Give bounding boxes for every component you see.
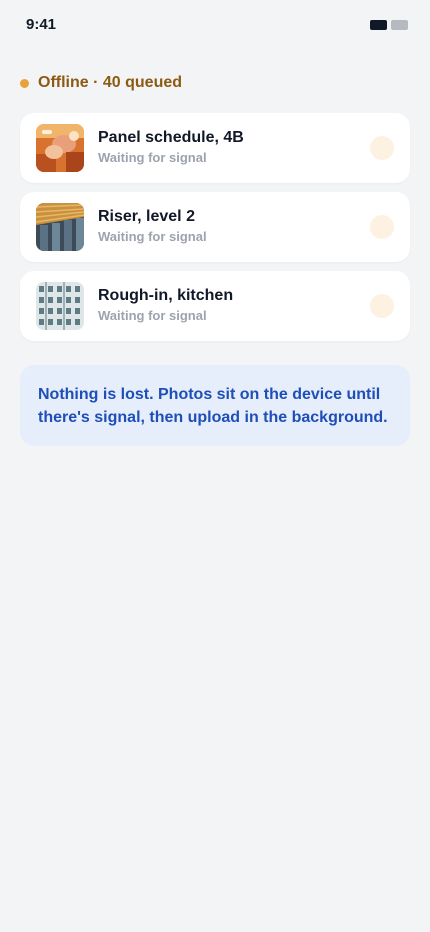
offline-status-text: Offline · 40 queued <box>38 74 183 91</box>
offline-queue-screen: 9:41 Offline · 40 queued Panel schedule,… <box>0 0 430 932</box>
queue-item-title: Riser, level 2 <box>98 208 195 225</box>
offline-dot-icon <box>20 78 29 88</box>
queue-item[interactable]: Panel schedule, 4B Waiting for signal <box>20 113 410 183</box>
queue-item-status: Waiting for signal <box>98 308 207 323</box>
queue-item[interactable]: Riser, level 2 Waiting for signal <box>20 192 410 262</box>
pending-upload-icon <box>370 215 394 239</box>
offline-info-note: Nothing is lost. Photos sit on the devic… <box>20 365 410 446</box>
pending-upload-icon <box>370 136 394 160</box>
facade-photo-thumbnail <box>36 282 84 330</box>
riser-photo-thumbnail <box>36 203 84 251</box>
queue-item[interactable]: Rough-in, kitchen Waiting for signal <box>20 271 410 341</box>
offline-status-banner: Offline · 40 queued <box>20 73 182 93</box>
panel-photo-thumbnail <box>36 124 84 172</box>
queue-item-title: Panel schedule, 4B <box>98 129 244 146</box>
status-icons <box>370 20 408 30</box>
status-time: 9:41 <box>26 16 57 33</box>
queue-item-status: Waiting for signal <box>98 150 207 165</box>
pending-upload-icon <box>370 294 394 318</box>
upload-queue-list: Panel schedule, 4B Waiting for signal Ri… <box>20 113 410 350</box>
offline-info-text: Nothing is lost. Photos sit on the devic… <box>38 386 388 426</box>
status-bar: 9:41 <box>0 0 430 50</box>
signal-icon <box>370 20 387 30</box>
battery-icon <box>391 20 408 30</box>
queue-item-status: Waiting for signal <box>98 229 207 244</box>
queue-item-title: Rough-in, kitchen <box>98 287 234 304</box>
